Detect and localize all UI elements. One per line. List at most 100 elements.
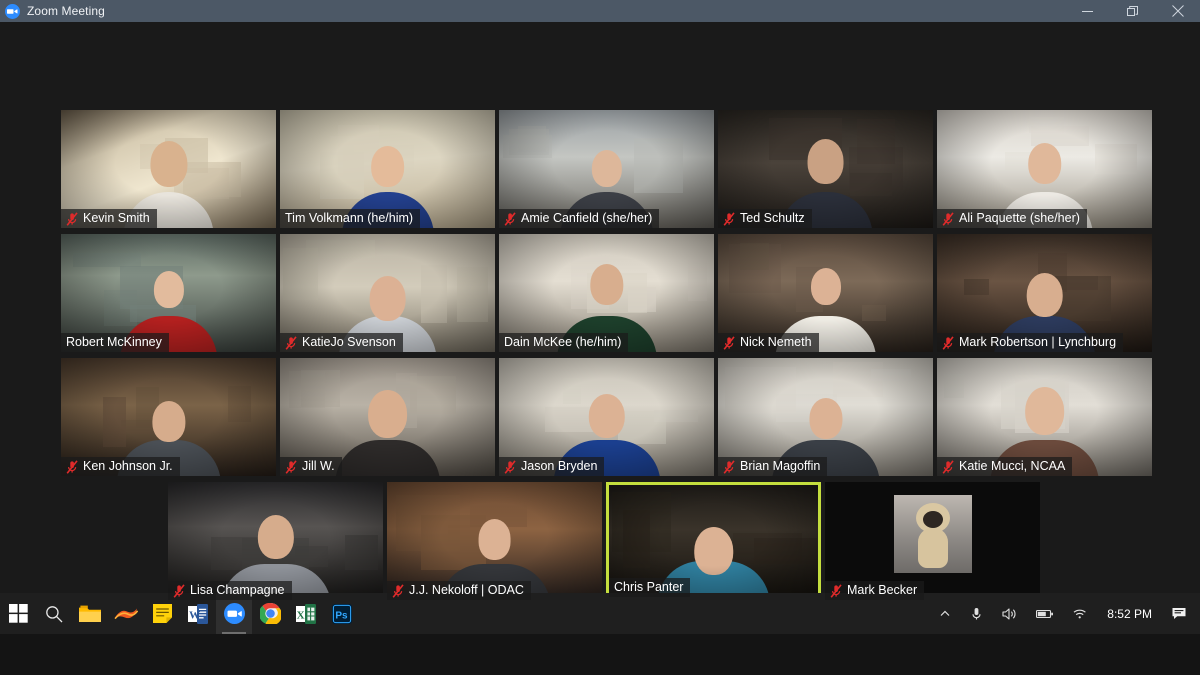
participant-tile[interactable]: Jill W. bbox=[280, 358, 495, 476]
windows-start-icon bbox=[8, 604, 28, 623]
close-button[interactable] bbox=[1155, 0, 1200, 22]
muted-microphone-icon bbox=[66, 459, 79, 474]
participant-name-plate: J.J. Nekoloff | ODAC bbox=[387, 581, 531, 600]
muted-microphone-icon bbox=[173, 583, 186, 598]
notification-icon[interactable] bbox=[1162, 593, 1196, 634]
word-icon: W bbox=[188, 603, 208, 624]
taskbar-item-excel[interactable]: X bbox=[288, 593, 324, 634]
system-tray: 8:52 PM bbox=[930, 593, 1200, 634]
zoom-logo-icon bbox=[5, 3, 20, 19]
muted-microphone-icon bbox=[723, 459, 736, 474]
participant-name: Amie Canfield (she/her) bbox=[521, 211, 653, 225]
participant-name-plate: Mark Becker bbox=[825, 581, 925, 600]
muted-microphone-icon bbox=[504, 459, 517, 474]
pug-dog-photo bbox=[893, 494, 972, 573]
participant-tile[interactable]: Tim Volkmann (he/him) bbox=[280, 110, 495, 228]
participant-name-plate: KatieJo Svenson bbox=[280, 333, 403, 352]
restore-button[interactable] bbox=[1110, 0, 1155, 22]
participant-name: Jill W. bbox=[302, 459, 335, 473]
participant-name-plate: Ted Schultz bbox=[718, 209, 812, 228]
excel-icon: X bbox=[296, 603, 316, 624]
participant-name: Dain McKee (he/him) bbox=[504, 335, 622, 349]
participant-name: Ali Paquette (she/her) bbox=[959, 211, 1080, 225]
participant-name-plate: Jason Bryden bbox=[499, 457, 605, 476]
participant-tile[interactable]: J.J. Nekoloff | ODAC bbox=[387, 482, 602, 600]
window-title-bar: Zoom Meeting bbox=[0, 0, 1200, 22]
meeting-stage: Kevin Smith Tim Volkmann (he/him) Amie Can… bbox=[0, 22, 1200, 634]
participant-name-plate: Mark Robertson | Lynchburg bbox=[937, 333, 1124, 352]
window-title: Zoom Meeting bbox=[27, 4, 105, 18]
participant-tile[interactable]: Ali Paquette (she/her) bbox=[937, 110, 1152, 228]
participant-name: Ted Schultz bbox=[740, 211, 805, 225]
participant-tile[interactable]: KatieJo Svenson bbox=[280, 234, 495, 352]
participant-name: KatieJo Svenson bbox=[302, 335, 396, 349]
participant-name-plate: Katie Mucci, NCAA bbox=[937, 457, 1073, 476]
chevron-up-icon[interactable] bbox=[930, 593, 960, 634]
participant-name-plate: Robert McKinney bbox=[61, 333, 169, 352]
participant-name: Tim Volkmann (he/him) bbox=[285, 211, 414, 225]
participant-name-plate: Tim Volkmann (he/him) bbox=[280, 209, 421, 228]
window-controls bbox=[1065, 0, 1200, 22]
participant-name-plate: Kevin Smith bbox=[61, 209, 157, 228]
participant-tile[interactable]: Mark Robertson | Lynchburg bbox=[937, 234, 1152, 352]
participant-tile[interactable]: Dain McKee (he/him) bbox=[499, 234, 714, 352]
search-icon bbox=[45, 605, 63, 623]
zoom-icon bbox=[223, 603, 245, 624]
muted-microphone-icon bbox=[66, 211, 79, 226]
participant-name: J.J. Nekoloff | ODAC bbox=[409, 583, 524, 597]
taskbar-item-swoosh-app[interactable] bbox=[108, 593, 144, 634]
muted-microphone-icon bbox=[830, 583, 843, 598]
speaker-icon[interactable] bbox=[993, 593, 1027, 634]
participant-name-plate: Lisa Champagne bbox=[168, 581, 292, 600]
taskbar-item-photoshop[interactable]: Ps bbox=[324, 593, 360, 634]
participant-name-plate: Ken Johnson Jr. bbox=[61, 457, 180, 476]
participant-name-plate: Dain McKee (he/him) bbox=[499, 333, 629, 352]
participant-tile[interactable]: Nick Nemeth bbox=[718, 234, 933, 352]
participant-tile[interactable]: Katie Mucci, NCAA bbox=[937, 358, 1152, 476]
muted-microphone-icon bbox=[723, 211, 736, 226]
participant-tile[interactable]: Robert McKinney bbox=[61, 234, 276, 352]
wifi-icon[interactable] bbox=[1063, 593, 1097, 634]
participant-tile[interactable]: Lisa Champagne bbox=[168, 482, 383, 600]
muted-microphone-icon bbox=[942, 335, 955, 350]
taskbar-item-search[interactable] bbox=[36, 593, 72, 634]
participant-name-plate: Ali Paquette (she/her) bbox=[937, 209, 1087, 228]
participant-tile[interactable]: Ted Schultz bbox=[718, 110, 933, 228]
participant-tile[interactable]: Kevin Smith bbox=[61, 110, 276, 228]
participant-tile[interactable]: Chris Panter bbox=[606, 482, 821, 600]
participant-name: Ken Johnson Jr. bbox=[83, 459, 173, 473]
photoshop-icon: Ps bbox=[332, 603, 352, 624]
participant-tile[interactable]: Amie Canfield (she/her) bbox=[499, 110, 714, 228]
minimize-button[interactable] bbox=[1065, 0, 1110, 22]
participant-name: Nick Nemeth bbox=[740, 335, 812, 349]
muted-microphone-icon bbox=[942, 459, 955, 474]
participant-name: Chris Panter bbox=[614, 580, 684, 594]
participant-tile[interactable]: Ken Johnson Jr. bbox=[61, 358, 276, 476]
participant-name: Brian Magoffin bbox=[740, 459, 821, 473]
participant-name: Lisa Champagne bbox=[190, 583, 285, 597]
participant-tile[interactable]: Jason Bryden bbox=[499, 358, 714, 476]
svg-text:X: X bbox=[297, 609, 305, 621]
microphone-icon[interactable] bbox=[960, 593, 993, 634]
swoosh-app-icon bbox=[114, 606, 138, 622]
participant-name: Jason Bryden bbox=[521, 459, 598, 473]
chrome-icon bbox=[259, 603, 281, 624]
sticky-notes-icon bbox=[152, 604, 172, 623]
svg-text:Ps: Ps bbox=[335, 610, 348, 621]
muted-microphone-icon bbox=[285, 335, 298, 350]
participant-tile[interactable]: Mark Becker bbox=[825, 482, 1040, 600]
taskbar-item-windows-start[interactable] bbox=[0, 593, 36, 634]
battery-icon[interactable] bbox=[1027, 593, 1063, 634]
muted-microphone-icon bbox=[942, 211, 955, 226]
taskbar-clock[interactable]: 8:52 PM bbox=[1097, 607, 1162, 621]
participant-name-plate: Jill W. bbox=[280, 457, 342, 476]
file-explorer-icon bbox=[79, 605, 101, 623]
participant-name-plate: Brian Magoffin bbox=[718, 457, 828, 476]
participant-name-plate: Chris Panter bbox=[609, 578, 691, 597]
participant-name: Kevin Smith bbox=[83, 211, 150, 225]
participant-name: Mark Robertson | Lynchburg bbox=[959, 335, 1117, 349]
taskbar-item-file-explorer[interactable] bbox=[72, 593, 108, 634]
participant-name-plate: Nick Nemeth bbox=[718, 333, 819, 352]
muted-microphone-icon bbox=[392, 583, 405, 598]
participant-tile[interactable]: Brian Magoffin bbox=[718, 358, 933, 476]
